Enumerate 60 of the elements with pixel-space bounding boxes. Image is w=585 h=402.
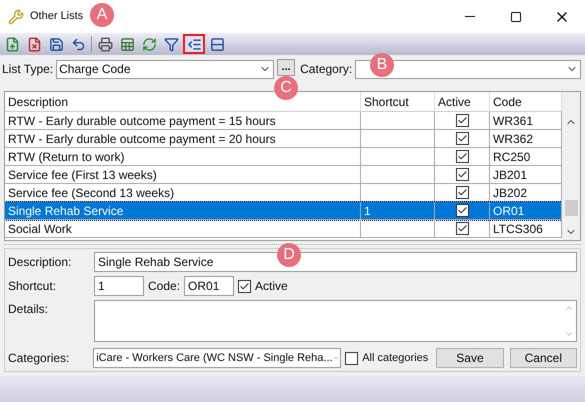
indent-icon [186,36,202,52]
table-cell: Social Work [5,220,361,238]
checkbox[interactable] [456,150,468,163]
code-field[interactable]: OR01 [184,276,234,296]
table-row[interactable]: Social Work LTCS306 [5,220,562,238]
refresh-icon [142,36,156,52]
delete-file-icon [26,36,42,52]
category-label: Category: [300,61,352,78]
table-row[interactable]: RTW - Early durable outcome payment = 15 hours WR361 [5,112,562,130]
list-type-dropdown[interactable]: Charge Code [56,60,274,78]
table-row[interactable]: RTW (Return to work) RC250 [5,148,562,166]
code-label: Code: [148,278,180,295]
all-categories-checkbox[interactable] [345,352,358,364]
checkbox[interactable] [456,168,468,181]
table-cell: RTW - Early durable outcome payment = 15 hours [5,112,361,130]
checkbox[interactable] [456,114,468,127]
shortcut-label: Shortcut: [8,278,58,295]
window-title: Other Lists [30,9,84,24]
category-dropdown[interactable] [355,60,581,78]
filter-icon [164,36,178,52]
cancel-button[interactable]: Cancel [510,348,578,368]
split-rows-icon [210,36,224,52]
table-cell: RTW - Early durable outcome payment = 20 hours [5,130,361,148]
column-header[interactable]: Shortcut [361,92,435,111]
maximize-icon [510,10,522,22]
minimize-icon [465,16,475,18]
table-cell: RTW (Return to work) [5,148,361,166]
all-categories-label: All categories [362,350,428,366]
browse-button[interactable]: ... [277,59,296,76]
list-type-label: List Type: [2,61,54,78]
callout-badge: D [277,243,301,267]
checkbox[interactable] [456,204,468,217]
undo-icon [70,36,86,52]
scrollbar-thumb[interactable] [564,200,578,216]
save-icon [48,36,64,52]
spreadsheet-icon [120,36,134,52]
scrollbar[interactable] [562,92,580,240]
checkbox[interactable] [456,186,468,199]
printer-icon [98,36,112,52]
table-cell: Single Rehab Service [5,202,361,220]
wrench-icon [8,8,24,24]
categories-dropdown[interactable]: iCare - Workers Care (WC NSW - Single Reha... [93,348,342,368]
save-button[interactable]: Save [436,348,504,368]
table-row[interactable]: Single Rehab Service 1 OR01 [5,202,562,220]
column-header[interactable]: Active [435,92,490,111]
details-label: Details: [8,301,50,318]
shortcut-field[interactable]: 1 [94,276,144,296]
active-label: Active [255,278,288,295]
active-checkbox[interactable] [238,280,252,292]
categories-label: Categories: [8,350,70,367]
toolbar-button[interactable] [183,34,205,54]
checkbox[interactable] [456,132,468,145]
description-label: Description: [8,254,72,271]
add-file-icon [4,36,20,52]
table-cell: Service fee (First 13 weeks) [5,166,361,184]
table-cell: 1 [361,202,435,220]
checkbox[interactable] [456,222,468,235]
table-row[interactable]: RTW - Early durable outcome payment = 20 hours WR362 [5,130,562,148]
table-row[interactable]: Service fee (First 13 weeks) JB201 [5,166,562,184]
callout-badge: C [274,76,298,100]
